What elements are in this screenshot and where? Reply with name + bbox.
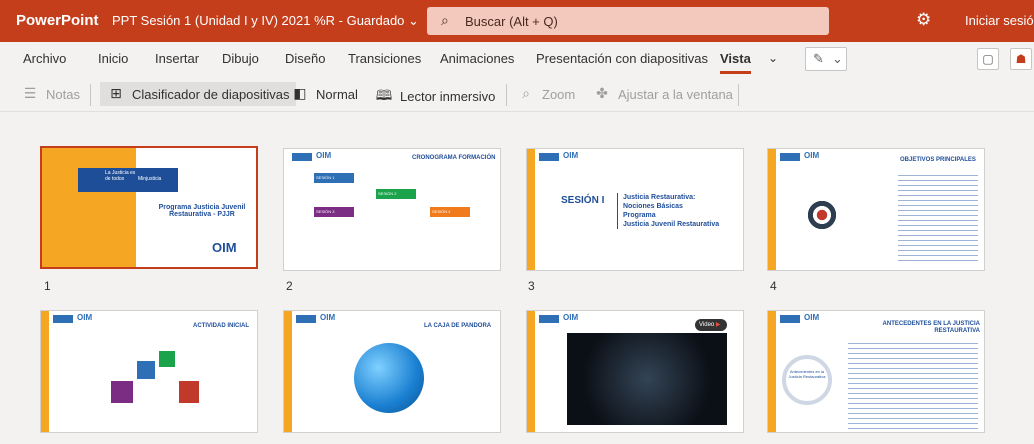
slide-thumbnail-3[interactable]: OIM SESIÓN I Justicia Restaurativa: Noci… [526,148,744,271]
normal-view-button[interactable]: ◧ Normal [290,82,358,106]
globe-icon [354,343,424,413]
slide-number: 3 [528,279,535,293]
bullet-text [898,171,978,261]
target-icon [804,197,840,233]
separator [90,84,91,106]
slide-sorter-button[interactable]: ⊞ Clasificador de diapositivas [100,82,296,106]
slide-title: LA CAJA DE PANDORA [424,323,492,329]
notes-button[interactable]: ☰ Notas [20,82,80,106]
video-frame[interactable] [567,333,727,425]
zoom-icon: ⌕ [522,85,530,101]
slide-sorter-grid: La Justicia es de todos Minjusticia Prog… [0,112,1034,444]
logo-bar: OIM [780,313,826,323]
slide-title: ACTIVIDAD INICIAL [193,323,249,329]
fit-window-icon: ✤ [596,85,608,101]
logo-bar: OIM [539,313,585,323]
chevron-down-icon[interactable]: ⌄ [768,51,778,65]
oim-logo: OIM [212,240,237,255]
ribbon-tabs: Archivo Inicio Insertar Dibujo Diseño Tr… [0,42,1034,76]
comments-icon[interactable]: ▢ [977,48,999,70]
slide-title: ANTECEDENTES EN LA JUSTICIA RESTAURATIVA [882,321,980,334]
search-icon: ⌕ [441,12,449,28]
tab-insertar[interactable]: Insertar [155,51,199,66]
slide-title: OBJETIVOS PRINCIPALES [900,157,976,163]
tab-dibujo[interactable]: Dibujo [222,51,259,66]
separator [506,84,507,106]
logo-text: La Justicia es de todos [105,170,136,182]
gear-icon[interactable]: ⚙ [916,10,931,30]
chevron-down-icon: ⌄ [832,51,843,66]
slide-title: Programa Justicia Juvenil Restaurativa -… [158,204,246,218]
badge: Minjusticia [138,176,162,182]
zoom-button[interactable]: ⌕ Zoom [516,82,575,106]
slide-thumbnail-8[interactable]: OIM ANTECEDENTES EN LA JUSTICIA RESTAURA… [767,310,985,433]
pen-dropdown[interactable]: ✎ ⌄ [805,47,847,71]
tab-diseno[interactable]: Diseño [285,51,325,66]
title-bar: PowerPoint PPT Sesión 1 (Unidad I y IV) … [0,0,1034,42]
immersive-reader-icon: 🕮 [375,87,393,103]
slide-thumbnail-2[interactable]: OIM CRONOGRAMA FORMACIÓN SESIÓN 1 SESIÓN… [283,148,501,271]
slide-number: 4 [770,279,777,293]
slide-thumbnail-6[interactable]: OIM LA CAJA DE PANDORA [283,310,501,433]
body-text [848,339,978,429]
slide-thumbnail-1[interactable]: La Justicia es de todos Minjusticia Prog… [40,146,258,269]
search-box[interactable]: ⌕ Buscar (Alt + Q) [427,7,829,35]
logo-bar: OIM [296,313,342,323]
signin-link[interactable]: Iniciar sesión [965,13,1034,28]
slide-thumbnail-4[interactable]: OIM OBJETIVOS PRINCIPALES [767,148,985,271]
logo-bar: OIM [53,313,99,323]
slide-number: 1 [44,279,51,293]
slide-number: 2 [286,279,293,293]
slide-thumbnail-5[interactable]: OIM ACTIVIDAD INICIAL [40,310,258,433]
normal-view-icon: ◧ [293,85,307,101]
tab-presentacion[interactable]: Presentación con diapositivas [536,51,708,66]
grid-icon: ⊞ [110,85,122,101]
command-bar: ☰ Notas ⊞ Clasificador de diapositivas ◧ No… [0,76,1034,112]
tab-transiciones[interactable]: Transiciones [348,51,421,66]
document-title[interactable]: PPT Sesión 1 (Unidad I y IV) 2021 %R - G… [112,13,419,29]
search-placeholder: Buscar (Alt + Q) [465,14,558,29]
fit-window-button[interactable]: ✤ Ajustar a la ventana [592,82,733,106]
tab-archivo[interactable]: Archivo [23,51,66,66]
pen-icon: ✎ [813,51,824,66]
logo-bar: OIM [292,151,338,161]
slide-thumbnail-7[interactable]: OIM Video ▶ [526,310,744,433]
tab-animaciones[interactable]: Animaciones [440,51,514,66]
tab-vista[interactable]: Vista [720,51,751,74]
notes-icon: ☰ [23,85,37,101]
app-name[interactable]: PowerPoint [16,12,99,29]
circle-diagram [782,355,832,405]
slide-title: SESIÓN I [561,195,605,206]
tab-inicio[interactable]: Inicio [98,51,128,66]
slide-title: CRONOGRAMA FORMACIÓN [412,155,496,161]
logo-bar: OIM [780,151,826,161]
present-icon[interactable]: ☗ [1010,48,1032,70]
logo-bar: OIM [539,151,585,161]
video-badge: Video ▶ [695,319,727,331]
immersive-reader-button[interactable]: 🕮 Lector inmersivo [374,82,496,106]
separator [738,84,739,106]
